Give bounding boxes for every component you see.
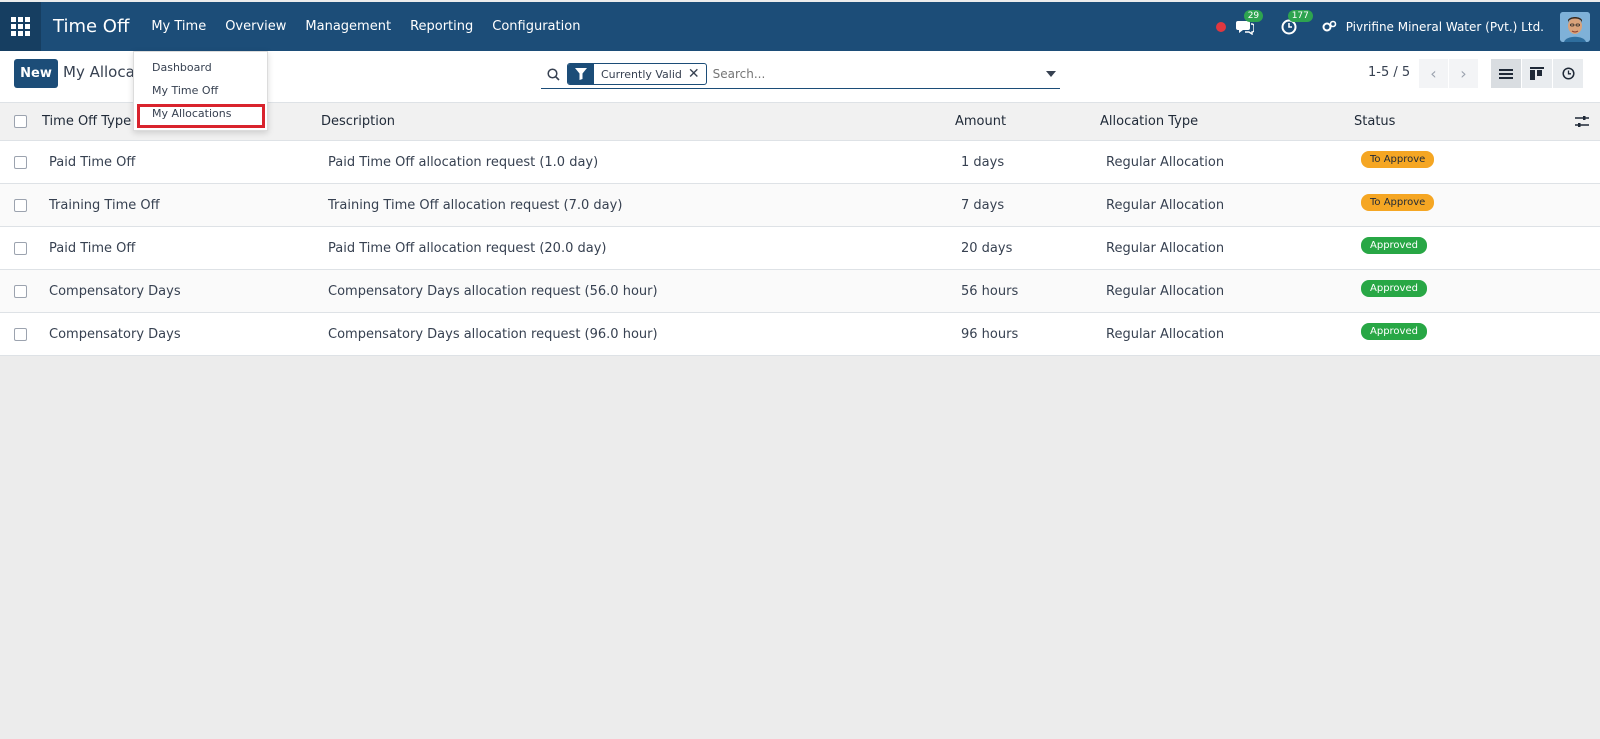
chevron-right-icon: › xyxy=(1460,64,1467,83)
cell-allocation-type: Regular Allocation xyxy=(1106,154,1225,170)
search-facet: Currently Valid ✕ xyxy=(567,63,707,85)
header-status[interactable]: Status xyxy=(1354,103,1395,140)
close-icon[interactable]: ✕ xyxy=(688,66,706,82)
my-time-dropdown: Dashboard My Time Off My Allocations xyxy=(133,51,268,131)
allocations-table: Time Off Type Description Amount Allocat… xyxy=(0,103,1600,356)
new-button[interactable]: New xyxy=(14,59,58,88)
row-checkbox[interactable] xyxy=(14,184,27,226)
menu-my-time[interactable]: My Time xyxy=(151,19,206,34)
list-view-button[interactable] xyxy=(1491,59,1521,88)
activity-view-button[interactable] xyxy=(1553,59,1583,88)
search-input[interactable] xyxy=(712,67,1033,81)
table-row[interactable]: Paid Time Off Paid Time Off allocation re… xyxy=(0,141,1600,184)
cell-description: Compensatory Days allocation request (56… xyxy=(328,283,658,299)
app-title[interactable]: Time Off xyxy=(53,16,129,37)
cell-amount: 96 hours xyxy=(961,326,1019,342)
dropdown-item-dashboard[interactable]: Dashboard xyxy=(152,61,212,74)
kanban-view-icon xyxy=(1530,67,1544,80)
cell-status: Approved xyxy=(1361,310,1427,352)
activities-button[interactable]: 177 xyxy=(1278,9,1313,37)
table-row[interactable]: Compensatory Days Compensatory Days alloc… xyxy=(0,313,1600,356)
header-time-off-type[interactable]: Time Off Type xyxy=(42,103,131,140)
table-body: Paid Time Off Paid Time Off allocation re… xyxy=(0,141,1600,356)
cell-time-off-type: Compensatory Days xyxy=(49,283,181,299)
select-all-checkbox[interactable] xyxy=(14,103,27,140)
menu-configuration[interactable]: Configuration xyxy=(492,19,580,34)
cell-allocation-type: Regular Allocation xyxy=(1106,240,1225,256)
cell-status: To Approve xyxy=(1361,181,1435,223)
company-name[interactable]: Pivrifine Mineral Water (Pvt.) Ltd. xyxy=(1346,20,1544,34)
table-row[interactable]: Training Time Off Training Time Off alloc… xyxy=(0,184,1600,227)
cell-allocation-type: Regular Allocation xyxy=(1106,197,1225,213)
search-icon[interactable] xyxy=(541,67,565,81)
row-checkbox[interactable] xyxy=(14,141,27,183)
row-checkbox[interactable] xyxy=(14,313,27,355)
kanban-view-button[interactable] xyxy=(1522,59,1552,88)
cell-time-off-type: Compensatory Days xyxy=(49,326,181,342)
cell-time-off-type: Training Time Off xyxy=(49,197,160,213)
status-badge: Approved xyxy=(1361,236,1427,254)
activities-count-badge: 177 xyxy=(1287,9,1313,22)
header-description[interactable]: Description xyxy=(321,103,395,140)
menu-reporting[interactable]: Reporting xyxy=(410,19,473,34)
table-row[interactable]: Compensatory Days Compensatory Days alloc… xyxy=(0,270,1600,313)
cell-description: Paid Time Off allocation request (20.0 d… xyxy=(328,240,607,256)
breadcrumb: My Allocations xyxy=(63,63,143,81)
cell-amount: 1 days xyxy=(961,154,1005,170)
header-amount[interactable]: Amount xyxy=(955,103,1006,140)
cell-status: To Approve xyxy=(1361,138,1435,180)
navbar-systray: 29 177 Pivrifine Mineral Water (Pvt.) Lt… xyxy=(1215,2,1600,51)
switch-company-icon xyxy=(1322,20,1337,32)
pager-value[interactable]: 1-5 / 5 xyxy=(1368,65,1410,80)
highlight-box xyxy=(137,104,265,128)
status-badge: To Approve xyxy=(1361,193,1435,211)
user-avatar[interactable] xyxy=(1560,11,1590,42)
facet-label: Currently Valid xyxy=(601,67,682,81)
filter-icon xyxy=(568,64,594,84)
status-badge: Approved xyxy=(1361,322,1427,340)
search-bar: Currently Valid ✕ xyxy=(541,60,1060,89)
activity-view-icon xyxy=(1561,67,1575,80)
cell-allocation-type: Regular Allocation xyxy=(1106,326,1225,342)
switch-company-button[interactable] xyxy=(1322,17,1338,37)
cell-description: Compensatory Days allocation request (96… xyxy=(328,326,658,342)
menu-management[interactable]: Management xyxy=(305,19,391,34)
cell-status: Approved xyxy=(1361,267,1427,309)
row-checkbox[interactable] xyxy=(14,227,27,269)
cell-time-off-type: Paid Time Off xyxy=(49,154,136,170)
apps-menu-button[interactable] xyxy=(0,2,41,51)
cell-status: Approved xyxy=(1361,224,1427,266)
cell-description: Paid Time Off allocation request (1.0 da… xyxy=(328,154,599,170)
search-options-toggle[interactable] xyxy=(1046,71,1056,77)
apps-grid-icon xyxy=(11,17,30,36)
status-badge: To Approve xyxy=(1361,150,1435,168)
dropdown-item-my-time-off[interactable]: My Time Off xyxy=(152,84,218,97)
avatar-image xyxy=(1560,11,1590,42)
cell-amount: 7 days xyxy=(961,197,1005,213)
status-badge: Approved xyxy=(1361,279,1427,297)
pager-next-button[interactable]: › xyxy=(1449,59,1478,88)
cell-time-off-type: Paid Time Off xyxy=(49,240,136,256)
header-allocation-type[interactable]: Allocation Type xyxy=(1100,103,1198,140)
status-dot-icon[interactable] xyxy=(1215,21,1226,32)
pager-previous-button[interactable]: ‹ xyxy=(1419,59,1448,88)
cell-description: Training Time Off allocation request (7.… xyxy=(328,197,623,213)
messages-button[interactable]: 29 xyxy=(1234,9,1264,37)
cell-allocation-type: Regular Allocation xyxy=(1106,283,1225,299)
menu-overview[interactable]: Overview xyxy=(225,19,286,34)
row-checkbox[interactable] xyxy=(14,270,27,312)
cell-amount: 20 days xyxy=(961,240,1013,256)
messages-count-badge: 29 xyxy=(1243,9,1264,22)
top-navbar: Time Off My Time Overview Management Rep… xyxy=(0,2,1600,51)
optional-columns-icon[interactable] xyxy=(1574,114,1590,130)
table-row[interactable]: Paid Time Off Paid Time Off allocation re… xyxy=(0,227,1600,270)
list-view-icon xyxy=(1499,68,1513,79)
cell-amount: 56 hours xyxy=(961,283,1019,299)
chevron-left-icon: ‹ xyxy=(1430,64,1437,83)
